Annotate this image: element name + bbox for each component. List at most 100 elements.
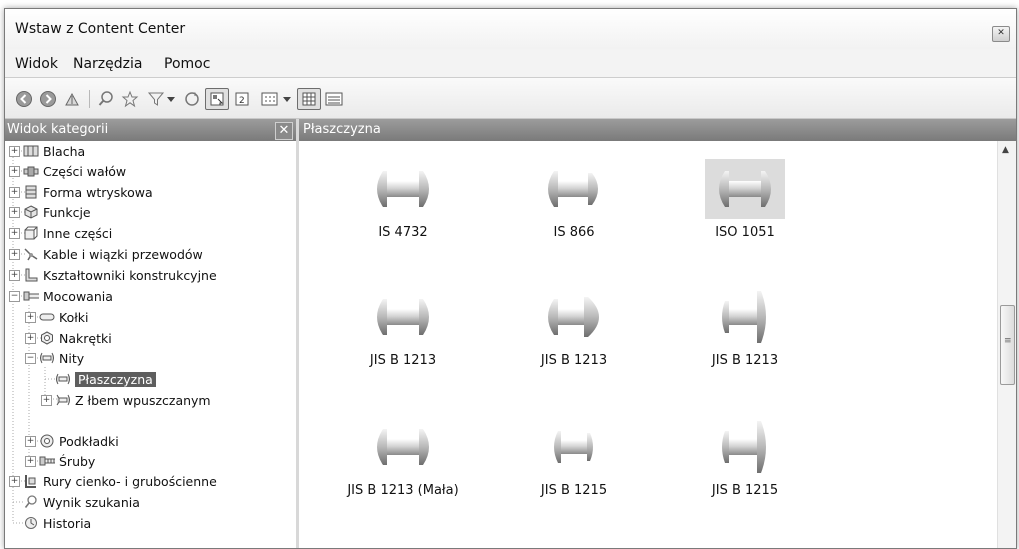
bolt-icon: [39, 454, 55, 468]
category-panel-close-button[interactable]: ✕: [275, 122, 293, 140]
tree-expander[interactable]: −: [25, 352, 36, 364]
list-view-icon[interactable]: [323, 89, 345, 109]
search-results-icon: [23, 495, 39, 509]
tree-expander[interactable]: +: [9, 475, 20, 487]
scroll-up-arrow-icon[interactable]: ▲: [1002, 145, 1009, 155]
category-panel-header: Widok kategorii ✕: [5, 119, 296, 141]
tree-expander[interactable]: +: [41, 394, 52, 406]
rivet-thumbnail: [534, 287, 614, 347]
part-item[interactable]: JIS B 1215: [484, 417, 664, 517]
part-item[interactable]: JIS B 1213: [655, 287, 835, 387]
part-item[interactable]: JIS B 1215: [655, 417, 835, 517]
part-item[interactable]: JIS B 1213: [484, 287, 664, 387]
tree-item-kolki[interactable]: + Kołki: [25, 307, 89, 327]
tree-expander[interactable]: +: [9, 165, 20, 177]
fasteners-icon: [23, 289, 39, 303]
tree-expander[interactable]: +: [9, 186, 20, 198]
tree-item-czesci-walow[interactable]: + Części wałów: [9, 161, 126, 181]
tree-item-rury[interactable]: + Rury cienko- i grubościenne: [9, 471, 217, 491]
content-center-window: Wstaw z Content Center ✕ Widok Narzędzia…: [4, 8, 1017, 549]
tree-view-toggle-icon[interactable]: [205, 88, 229, 110]
menu-widok[interactable]: Widok: [15, 56, 58, 72]
view-mode-icon[interactable]: [259, 89, 281, 109]
scroll-grip-icon: ≡: [1004, 336, 1012, 346]
part-label: JIS B 1213 (Mała): [347, 483, 459, 498]
refresh-icon[interactable]: [181, 89, 203, 109]
tree-item-blacha[interactable]: + Blacha: [9, 141, 85, 161]
tree-item-historia[interactable]: Historia: [23, 513, 91, 533]
window-close-button[interactable]: ✕: [992, 26, 1010, 42]
title-bar: Wstaw z Content Center ✕: [5, 9, 1016, 50]
tree-expander[interactable]: +: [25, 455, 36, 467]
rivet-thumbnail: [363, 287, 443, 347]
tree-item-wynik-szukania[interactable]: Wynik szukania: [23, 492, 140, 512]
forward-icon[interactable]: [37, 89, 59, 109]
view-mode-dropdown-icon[interactable]: [281, 89, 293, 109]
tree-expander[interactable]: −: [9, 290, 20, 302]
part-item[interactable]: JIS B 1213 (Mała): [313, 417, 493, 517]
tree-item-label: Inne części: [43, 225, 113, 241]
tree-item-label: Nakrętki: [59, 330, 112, 346]
svg-text:2: 2: [239, 96, 245, 106]
tree-item-nity[interactable]: − Nity: [25, 348, 84, 368]
filter-icon[interactable]: [145, 89, 167, 109]
tree-item-z-lbem-wpuszczanym[interactable]: + Z łbem wpuszczanym: [41, 390, 211, 410]
search-icon[interactable]: [95, 89, 117, 109]
tree-expander[interactable]: +: [9, 145, 20, 157]
structural-shapes-icon: [23, 268, 39, 282]
toolbar: 2: [5, 78, 1016, 119]
countersunk-rivet-icon: [55, 393, 71, 407]
category-panel-title: Widok kategorii: [7, 122, 109, 137]
tree-item-label: Rury cienko- i grubościenne: [43, 473, 217, 489]
rivet-icon: [55, 372, 71, 386]
nut-icon: [39, 331, 55, 345]
tree-item-plaszczyzna[interactable]: Płaszczyzna: [55, 369, 156, 389]
thumbnail-view-icon[interactable]: [297, 88, 321, 110]
tree-item-forma-wtryskowa[interactable]: + Forma wtryskowa: [9, 182, 153, 202]
scrollbar-thumb[interactable]: ≡: [1000, 305, 1015, 385]
tree-item-nakretki[interactable]: + Nakrętki: [25, 328, 112, 348]
tree-item-podkladki[interactable]: + Podkładki: [25, 431, 119, 451]
tree-expander[interactable]: +: [25, 435, 36, 447]
part-item[interactable]: IS 866: [484, 159, 664, 259]
table-view-icon[interactable]: 2: [231, 89, 253, 109]
window-title: Wstaw z Content Center: [15, 21, 186, 37]
menu-narzedzia[interactable]: Narzędzia: [73, 56, 142, 72]
part-item[interactable]: IS 4732: [313, 159, 493, 259]
part-item[interactable]: JIS B 1213: [313, 287, 493, 387]
tree-item-label: Podkładki: [59, 433, 119, 449]
back-icon[interactable]: [13, 89, 35, 109]
filter-dropdown-icon[interactable]: [165, 89, 177, 109]
menu-pomoc[interactable]: Pomoc: [164, 56, 210, 72]
tree-item-label: Funkcje: [43, 204, 91, 220]
tree-item-label: Nity: [59, 350, 85, 366]
tree-item-label: Historia: [43, 515, 92, 531]
tree-item-funkcje[interactable]: + Funkcje: [9, 202, 91, 222]
tree-item-label: Kołki: [59, 309, 89, 325]
tree-item-inne-czesci[interactable]: + Inne części: [9, 223, 112, 243]
part-item-selected[interactable]: ISO 1051: [655, 159, 835, 259]
rivet-thumbnail: [534, 159, 614, 219]
tree-expander[interactable]: +: [9, 227, 20, 239]
tree-expander[interactable]: +: [9, 269, 20, 281]
rivet-thumbnail: [363, 417, 443, 477]
vertical-scrollbar[interactable]: ▲ ≡: [997, 141, 1016, 548]
tree-item-label: Mocowania: [43, 288, 113, 304]
history-icon: [23, 516, 39, 530]
tree-item-label: Wynik szukania: [43, 494, 140, 510]
up-folder-icon[interactable]: [61, 89, 83, 109]
tree-item-mocowania[interactable]: − Mocowania: [9, 286, 113, 306]
tubes-pipes-icon: [23, 474, 39, 488]
tree-item-sruby[interactable]: + Śruby: [25, 451, 95, 471]
tree-expander[interactable]: +: [9, 248, 20, 260]
tree-item-label: Części wałów: [43, 163, 127, 179]
tree-expander[interactable]: +: [25, 311, 36, 323]
cable-harness-icon: [23, 247, 39, 261]
favorites-star-icon[interactable]: [119, 89, 141, 109]
tree-expander[interactable]: +: [9, 206, 20, 218]
tree-item-kable[interactable]: + Kable i wiązki przewodów: [9, 244, 203, 264]
tree-item-label: Blacha: [43, 143, 86, 159]
category-panel: Widok kategorii ✕ + Blacha + Części wałó…: [5, 119, 299, 548]
tree-item-ksztaltowniki[interactable]: + Kształtowniki konstrukcyjne: [9, 265, 217, 285]
tree-expander[interactable]: +: [25, 332, 36, 344]
